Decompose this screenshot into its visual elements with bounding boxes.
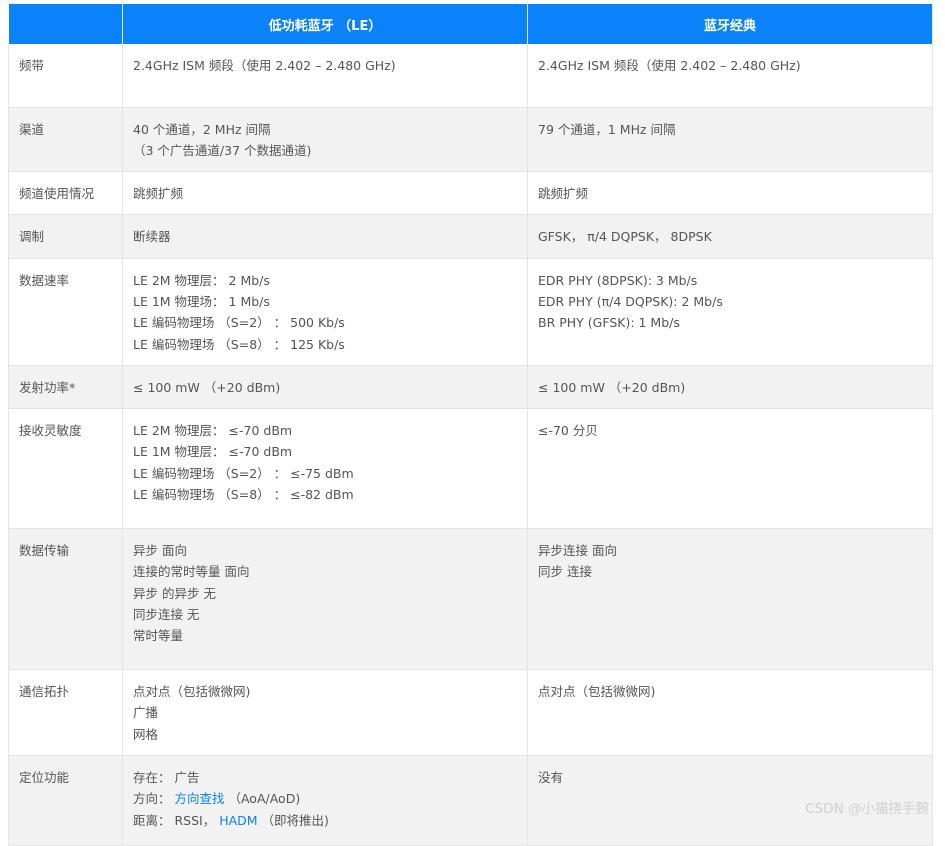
- cell-line: BR PHY (GFSK): 1 Mb/s: [538, 315, 680, 331]
- cell-line: EDR PHY (8DPSK): 3 Mb/s: [538, 272, 698, 288]
- cell-line: LE 编码物理场 （S=2） ： ≤-75 dBm: [133, 465, 354, 481]
- header-blank: [8, 4, 123, 44]
- cell-classic: 点对点（包括微微网): [527, 669, 933, 757]
- row-label: 数据速率: [8, 258, 123, 366]
- cell-le: LE 2M 物理层： ≤-70 dBm LE 1M 物理层： ≤-70 dBm …: [122, 408, 528, 530]
- table-row-data-transfer: 数据传输 异步 面向 连接的常时等量 面向 异步 的异步 无 同步连接 无 常时…: [8, 528, 933, 671]
- row-label: 渠道: [8, 107, 123, 173]
- presence-prefix: 存在：: [133, 770, 175, 786]
- table-row-channel-usage: 频道使用情况 跳频扩频 跳频扩频: [8, 171, 933, 216]
- cell-line: EDR PHY (π/4 DQPSK): 2 Mb/s: [538, 293, 723, 309]
- cell-classic: ≤ 100 mW （+20 dBm): [527, 365, 933, 410]
- direction-suffix: （AoA/AoD): [224, 791, 301, 807]
- row-label: 发射功率*: [8, 365, 123, 410]
- cell-line: LE 2M 物理层： 2 Mb/s: [133, 272, 270, 288]
- row-label: 定位功能: [8, 755, 123, 846]
- cell-le: ≤ 100 mW （+20 dBm): [122, 365, 528, 410]
- cell-classic: 2.4GHz ISM 频段（使用 2.402 – 2.480 GHz): [527, 44, 933, 108]
- cell-line: 跳频扩频: [133, 186, 184, 202]
- table-row-channels: 渠道 40 个通道，2 MHz 间隔 （3 个广告通道/37 个数据通道) 79…: [8, 107, 933, 173]
- cell-line: LE 1M 物理层： ≤-70 dBm: [133, 444, 293, 460]
- header-row: 低功耗蓝牙 （LE） 蓝牙经典: [8, 4, 933, 44]
- row-label: 频带: [8, 44, 123, 108]
- cell-line: 40 个通道，2 MHz 间隔: [133, 121, 271, 137]
- cell-classic: 异步连接 面向 同步 连接: [527, 528, 933, 671]
- table-row-data-rate: 数据速率 LE 2M 物理层： 2 Mb/s LE 1M 物理场： 1 Mb/s…: [8, 258, 933, 366]
- table-row-rx-sensitivity: 接收灵敏度 LE 2M 物理层： ≤-70 dBm LE 1M 物理层： ≤-7…: [8, 408, 933, 530]
- cell-line: 2.4GHz ISM 频段（使用 2.402 – 2.480 GHz): [133, 58, 396, 73]
- comparison-table: 低功耗蓝牙 （LE） 蓝牙经典 频带 2.4GHz ISM 频段（使用 2.40…: [8, 4, 933, 846]
- header-le: 低功耗蓝牙 （LE）: [122, 4, 528, 44]
- cell-line: LE 编码物理场 （S=8） ： 125 Kb/s: [133, 336, 345, 352]
- cell-line: 网格: [133, 726, 159, 742]
- cell-line: LE 1M 物理场： 1 Mb/s: [133, 293, 270, 309]
- cell-line: （3 个广告通道/37 个数据通道): [133, 142, 312, 158]
- cell-line: 同步 连接: [538, 564, 592, 580]
- cell-le: 2.4GHz ISM 频段（使用 2.402 – 2.480 GHz): [122, 44, 528, 108]
- header-classic: 蓝牙经典: [527, 4, 933, 44]
- row-label: 数据传输: [8, 528, 123, 671]
- cell-classic: GFSK， π/4 DQPSK， 8DPSK: [527, 214, 933, 259]
- row-label: 通信拓扑: [8, 669, 123, 757]
- cell-line: 连接的常时等量 面向: [133, 564, 250, 580]
- cell-line-direction: 方向： 方向查找 （AoA/AoD): [133, 788, 517, 809]
- cell-le: 存在： 广告 方向： 方向查找 （AoA/AoD) 距离： RSSI， HADM…: [122, 755, 528, 846]
- cell-classic: ≤-70 分贝: [527, 408, 933, 530]
- cell-line: GFSK， π/4 DQPSK， 8DPSK: [538, 229, 712, 245]
- cell-line: 2.4GHz ISM 频段（使用 2.402 – 2.480 GHz): [538, 58, 801, 73]
- cell-line: 异步 的异步 无: [133, 585, 216, 601]
- cell-le: 点对点（包括微微网) 广播 网格: [122, 669, 528, 757]
- cell-line: LE 编码物理场 （S=8） ： ≤-82 dBm: [133, 487, 354, 503]
- cell-le: 跳频扩频: [122, 171, 528, 216]
- row-label: 调制: [8, 214, 123, 259]
- table-row-topology: 通信拓扑 点对点（包括微微网) 广播 网格 点对点（包括微微网): [8, 669, 933, 757]
- table-row-tx-power: 发射功率* ≤ 100 mW （+20 dBm) ≤ 100 mW （+20 d…: [8, 365, 933, 410]
- cell-line: 广播: [133, 705, 159, 721]
- cell-line: 断续器: [133, 229, 171, 245]
- distance-suffix: （即将推出): [257, 812, 329, 828]
- cell-line: 点对点（包括微微网): [538, 684, 656, 700]
- table-row-band: 频带 2.4GHz ISM 频段（使用 2.402 – 2.480 GHz) 2…: [8, 44, 933, 108]
- watermark: CSDN @小猫挠手腕: [805, 801, 929, 817]
- cell-line: LE 2M 物理层： ≤-70 dBm: [133, 423, 293, 439]
- cell-line: ≤-70 分贝: [538, 423, 598, 439]
- direction-finding-link[interactable]: 方向查找: [174, 791, 224, 806]
- cell-classic: EDR PHY (8DPSK): 3 Mb/s EDR PHY (π/4 DQP…: [527, 258, 933, 366]
- hadm-link[interactable]: HADM: [219, 813, 257, 828]
- cell-line: 异步连接 面向: [538, 543, 617, 559]
- cell-classic: 79 个通道，1 MHz 间隔: [527, 107, 933, 173]
- cell-line: ≤ 100 mW （+20 dBm): [538, 379, 686, 395]
- direction-prefix: 方向：: [133, 791, 175, 807]
- cell-line: 跳频扩频: [538, 186, 589, 202]
- cell-le: 异步 面向 连接的常时等量 面向 异步 的异步 无 同步连接 无 常时等量: [122, 528, 528, 671]
- table-row-positioning: 定位功能 存在： 广告 方向： 方向查找 （AoA/AoD) 距离： RSSI，…: [8, 755, 933, 846]
- cell-le: 40 个通道，2 MHz 间隔 （3 个广告通道/37 个数据通道): [122, 107, 528, 173]
- cell-classic: 跳频扩频: [527, 171, 933, 216]
- table-row-modulation: 调制 断续器 GFSK， π/4 DQPSK， 8DPSK: [8, 214, 933, 259]
- cell-le: LE 2M 物理层： 2 Mb/s LE 1M 物理场： 1 Mb/s LE 编…: [122, 258, 528, 366]
- cell-line: 异步 面向: [133, 543, 187, 559]
- distance-prefix: 距离： RSSI，: [133, 812, 220, 828]
- cell-line: 79 个通道，1 MHz 间隔: [538, 121, 676, 137]
- cell-line: 常时等量: [133, 628, 184, 644]
- cell-line: ≤ 100 mW （+20 dBm): [133, 379, 281, 395]
- cell-line: 同步连接 无: [133, 607, 200, 623]
- cell-line-distance: 距离： RSSI， HADM （即将推出): [133, 810, 517, 831]
- cell-line-presence: 存在： 广告: [133, 767, 517, 788]
- cell-le: 断续器: [122, 214, 528, 259]
- row-label: 频道使用情况: [8, 171, 123, 216]
- cell-line: 点对点（包括微微网): [133, 684, 251, 700]
- cell-line: 没有: [538, 770, 564, 786]
- row-label: 接收灵敏度: [8, 408, 123, 530]
- presence-text: 广告: [174, 770, 200, 786]
- cell-line: LE 编码物理场 （S=2） ： 500 Kb/s: [133, 315, 345, 331]
